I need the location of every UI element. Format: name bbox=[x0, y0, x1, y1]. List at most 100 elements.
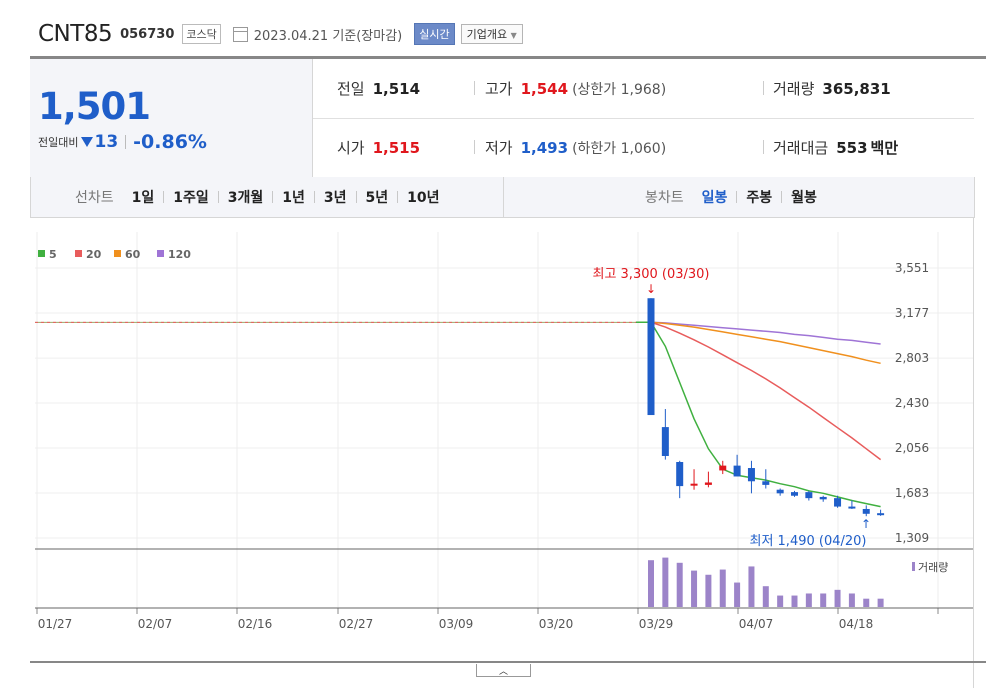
candle-body bbox=[690, 483, 698, 486]
line-tab-2[interactable]: 3개월 bbox=[228, 187, 264, 207]
tabs-divider bbox=[503, 177, 504, 217]
candle-body bbox=[676, 462, 684, 487]
open-label: 시가 bbox=[337, 139, 365, 157]
x-tick-label: 01/27 bbox=[38, 617, 73, 631]
legend-swatch bbox=[157, 250, 164, 257]
candle-chart-label: 봉차트 bbox=[645, 190, 684, 206]
legend-swatch bbox=[38, 250, 45, 257]
y-tick-label: 3,551 bbox=[895, 261, 929, 275]
candle-tab-2[interactable]: 월봉 bbox=[791, 187, 817, 207]
candle-body bbox=[762, 481, 770, 485]
chevron-up-icon: ︿ bbox=[498, 666, 508, 677]
open-value: 1,515 bbox=[372, 138, 421, 157]
divider bbox=[763, 140, 764, 154]
low-value: 1,493 bbox=[520, 138, 569, 157]
candle-chart-tabs: 봉차트 일봉 주봉 월봉 bbox=[645, 177, 817, 217]
change-label: 전일대비 bbox=[38, 136, 79, 149]
legend-label: 20 bbox=[86, 248, 102, 261]
x-tick-label: 03/29 bbox=[639, 617, 674, 631]
volume-bar bbox=[691, 570, 698, 607]
line-tab-5[interactable]: 5년 bbox=[366, 187, 389, 207]
candle-body bbox=[848, 506, 856, 509]
stock-name: CNT85 bbox=[38, 21, 113, 47]
low-annotation: 최저 1,490 (04/20) bbox=[749, 534, 866, 549]
candle-tab-0[interactable]: 일봉 bbox=[702, 187, 728, 207]
realtime-button[interactable]: 실시간 bbox=[414, 23, 455, 45]
line-tab-6[interactable]: 10년 bbox=[407, 187, 439, 207]
ma60-line bbox=[636, 321, 881, 365]
candle-body bbox=[834, 498, 842, 507]
stock-code: 056730 bbox=[120, 26, 175, 42]
lower-limit: (하한가 1,060) bbox=[572, 140, 667, 157]
volume-bar bbox=[877, 598, 884, 607]
line-tab-0[interactable]: 1일 bbox=[132, 187, 155, 207]
amount-value: 553 bbox=[836, 138, 868, 157]
tab-divider bbox=[397, 191, 399, 203]
legend-label: 5 bbox=[49, 248, 57, 261]
prev-close-label: 전일 bbox=[337, 80, 365, 98]
legend-swatch bbox=[75, 250, 82, 257]
x-tick-label: 02/07 bbox=[138, 617, 173, 631]
quote-row-1: 전일 1,514 고가 1,544 (상한가 1,968) 거래량 365,83… bbox=[313, 59, 974, 119]
y-tick-label: 1,309 bbox=[895, 531, 929, 545]
price-chart: 01/27 02/07 02/16 02/27 03/09 03/20 03/29 04/07… bbox=[35, 232, 973, 631]
x-tick-label: 03/09 bbox=[439, 617, 474, 631]
stock-header: CNT85 056730 코스닥 2023.04.21 기준(장마감) 실시간 … bbox=[38, 18, 523, 50]
price-change: 전일대비 13 -0.86% bbox=[38, 131, 207, 153]
x-tick-label: 02/16 bbox=[238, 617, 273, 631]
legend-label: 60 bbox=[125, 248, 141, 261]
calendar-icon bbox=[232, 26, 248, 42]
candle-body bbox=[647, 298, 655, 416]
line-chart-label: 선차트 bbox=[75, 190, 114, 206]
volume-bar bbox=[791, 595, 798, 607]
company-overview-button[interactable]: 기업개요 ▼ bbox=[460, 24, 523, 44]
volume-bar bbox=[777, 595, 784, 607]
candle-body bbox=[791, 492, 798, 496]
candle-body bbox=[704, 482, 712, 485]
low-label: 저가 bbox=[485, 139, 513, 157]
current-price: 1,501 bbox=[38, 85, 151, 128]
volume-legend-swatch bbox=[912, 562, 915, 571]
volume-bar bbox=[662, 557, 669, 607]
volume-label: 거래량 bbox=[773, 80, 815, 98]
trade-amount: 거래대금 553 백만 bbox=[773, 118, 898, 177]
y-tick-label: 2,430 bbox=[895, 396, 929, 410]
quote-date: 2023.04.21 기준(장마감) bbox=[253, 28, 403, 44]
collapse-button[interactable]: ︿ bbox=[476, 664, 531, 677]
line-tab-4[interactable]: 3년 bbox=[324, 187, 347, 207]
change-amount: 13 bbox=[94, 132, 119, 152]
divider bbox=[763, 81, 764, 95]
ma20-line bbox=[636, 321, 882, 461]
volume-bar bbox=[734, 582, 741, 607]
prev-close: 전일 1,514 bbox=[337, 59, 420, 118]
legend-swatch bbox=[114, 250, 121, 257]
tab-divider bbox=[163, 191, 165, 203]
line-tab-3[interactable]: 1년 bbox=[282, 187, 305, 207]
y-tick-label: 2,803 bbox=[895, 351, 929, 365]
high-annotation: 최고 3,300 (03/30) bbox=[592, 267, 709, 282]
volume-bar bbox=[719, 569, 726, 607]
line-tab-1[interactable]: 1주일 bbox=[173, 187, 209, 207]
high-price: 고가 1,544 (상한가 1,968) bbox=[485, 59, 666, 118]
candle-body bbox=[747, 468, 755, 482]
volume-bar bbox=[863, 598, 870, 607]
divider bbox=[474, 81, 475, 95]
candle-tab-1[interactable]: 주봉 bbox=[746, 187, 772, 207]
low-price: 저가 1,493 (하한가 1,060) bbox=[485, 118, 666, 177]
x-tick-label: 02/27 bbox=[339, 617, 374, 631]
volume-bar bbox=[648, 560, 654, 607]
upper-limit: (상한가 1,968) bbox=[572, 81, 667, 98]
candle-body bbox=[819, 496, 827, 500]
amount-unit: 백만 bbox=[870, 139, 899, 157]
quote-row-2: 시가 1,515 저가 1,493 (하한가 1,060) 거래대금 553 백… bbox=[313, 118, 974, 177]
chart-tabs: 선차트 1일 1주일 3개월 1년 3년 5년 10년 봉차트 일봉 주봉 월봉 bbox=[30, 177, 975, 218]
change-divider bbox=[125, 135, 127, 149]
chart-frame bbox=[973, 217, 974, 688]
high-value: 1,544 bbox=[520, 79, 569, 98]
tab-divider bbox=[272, 191, 274, 203]
volume-bar bbox=[748, 566, 755, 607]
ma120-line bbox=[636, 321, 881, 345]
down-arrow-icon: ↓ bbox=[646, 282, 656, 296]
y-tick-label: 2,056 bbox=[895, 441, 929, 455]
prev-close-value: 1,514 bbox=[372, 79, 421, 98]
